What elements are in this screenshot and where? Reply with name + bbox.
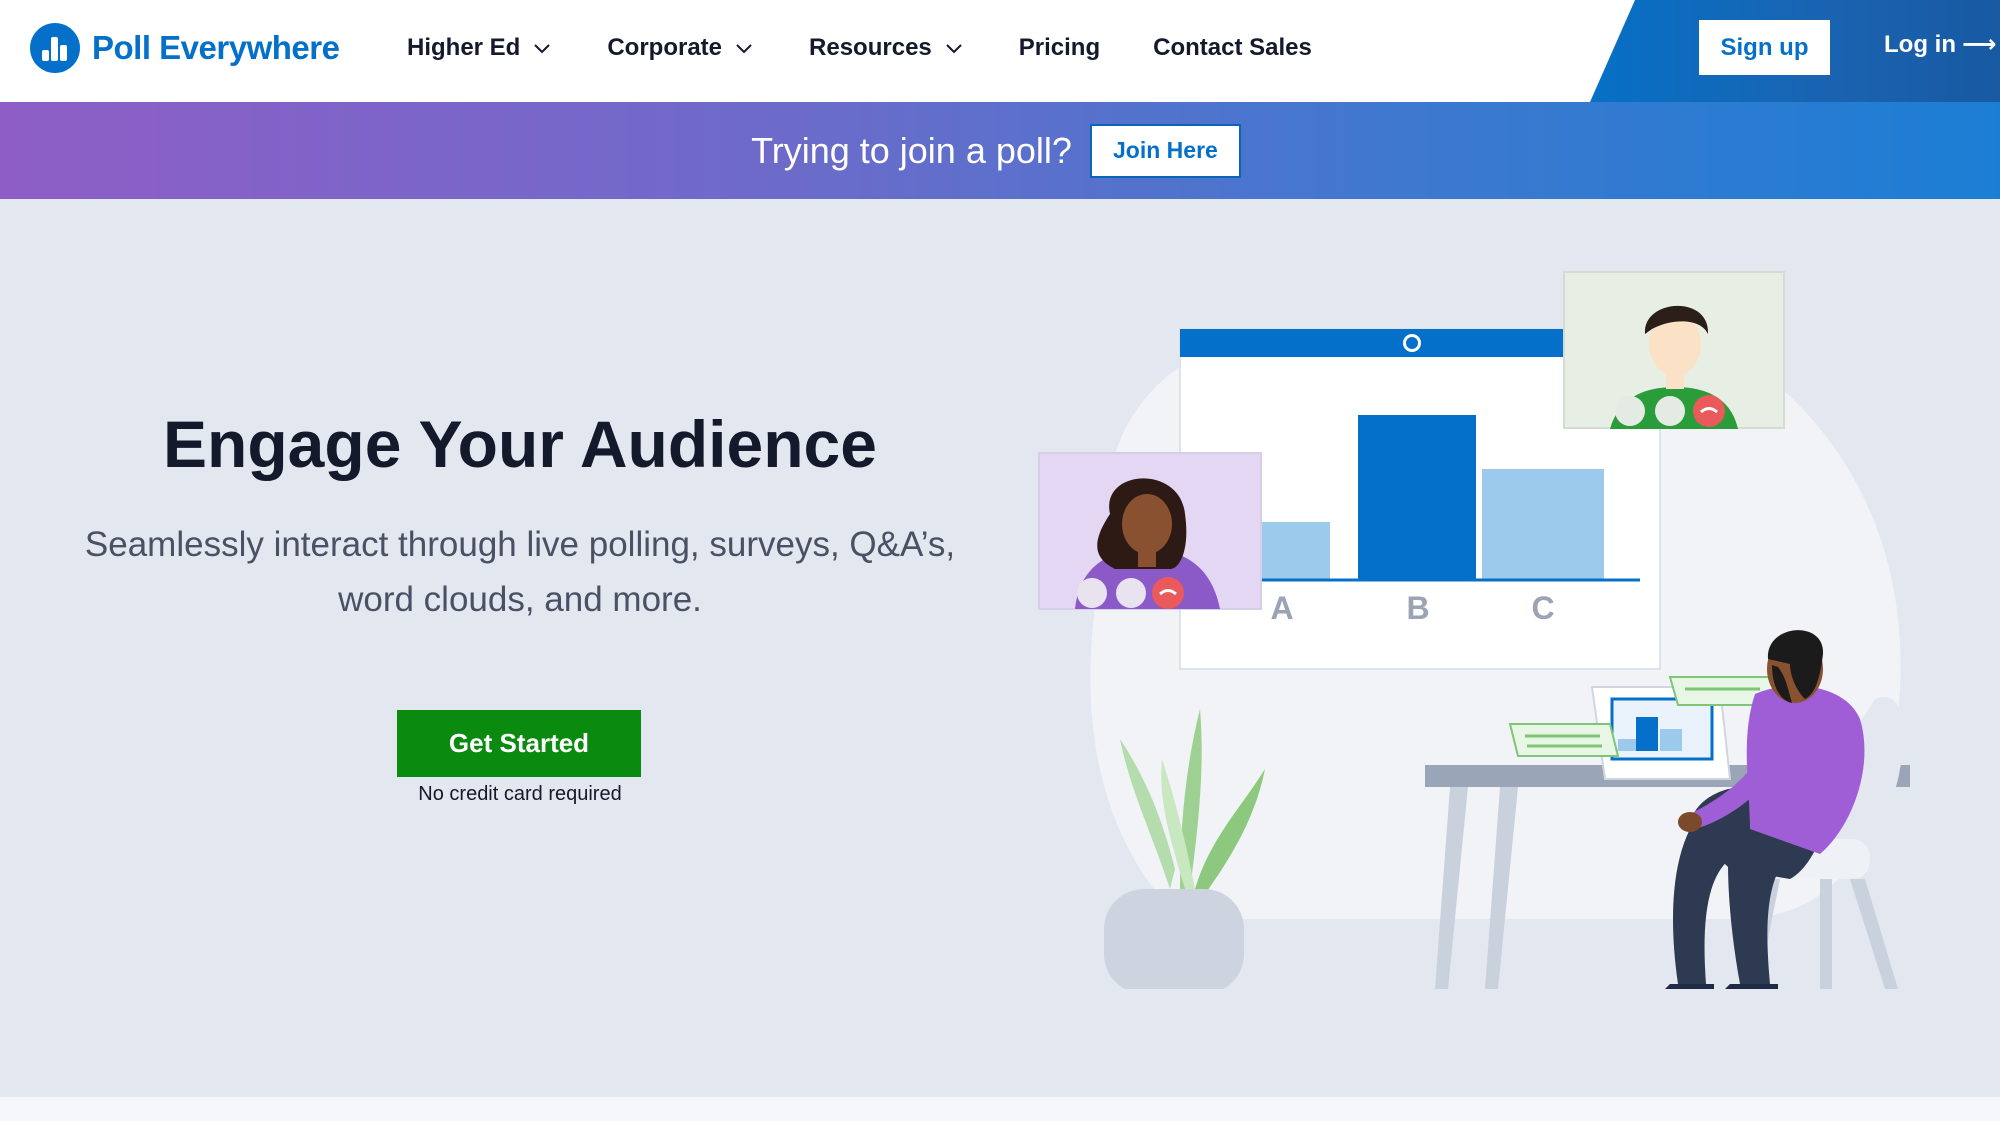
- login-link[interactable]: Log in ⟶: [1884, 30, 1996, 59]
- login-label: Log in: [1884, 30, 1956, 58]
- poll-label-a: A: [1270, 590, 1293, 626]
- signup-button[interactable]: Sign up: [1699, 20, 1830, 75]
- nav-item-pricing[interactable]: Pricing: [1019, 34, 1100, 62]
- nav-item-label: Higher Ed: [407, 34, 521, 61]
- banner-text: Trying to join a poll?: [751, 129, 1072, 171]
- poll-label-c: C: [1531, 590, 1554, 626]
- poll-everywhere-logo-icon: [30, 23, 80, 73]
- main-nav: Higher Ed Corporate Resources Pricing Co…: [407, 26, 1365, 70]
- hero-subtitle-line-2: word clouds, and more.: [338, 580, 702, 619]
- nav-item-resources[interactable]: Resources: [809, 34, 966, 62]
- chevron-down-icon: [534, 44, 551, 54]
- join-poll-banner: Trying to join a poll? Join Here: [0, 102, 2000, 199]
- nav-item-label: Resources: [809, 34, 932, 61]
- hero-section: Engage Your Audience Seamlessly interact…: [0, 199, 2000, 1097]
- nav-item-label: Corporate: [607, 34, 723, 61]
- chevron-down-icon: [736, 44, 752, 54]
- get-started-button[interactable]: Get Started: [397, 710, 641, 777]
- bottom-strip: [0, 1097, 2000, 1121]
- hero-title: Engage Your Audience: [163, 407, 877, 481]
- nav-item-higher-ed[interactable]: Higher Ed: [407, 34, 554, 62]
- hero-illustration: A B C: [1038, 271, 1910, 989]
- nav-item-contact-sales[interactable]: Contact Sales: [1153, 34, 1312, 62]
- video-call-tile-man: [1563, 271, 1785, 429]
- video-call-tile-woman: [1038, 452, 1262, 610]
- nav-item-label: Pricing: [1018, 34, 1101, 61]
- nav-item-corporate[interactable]: Corporate: [607, 34, 756, 62]
- join-here-button[interactable]: Join Here: [1089, 123, 1241, 178]
- site-header: Poll Everywhere Higher Ed Corporate Reso…: [0, 0, 2000, 102]
- arrow-right-icon: ⟶: [1961, 31, 1997, 58]
- poll-label-b: B: [1406, 590, 1429, 626]
- logo-text: Poll Everywhere: [92, 29, 340, 66]
- nav-item-label: Contact Sales: [1153, 34, 1312, 61]
- logo[interactable]: Poll Everywhere: [30, 20, 340, 76]
- no-credit-card-note: No credit card required: [418, 783, 622, 805]
- hero-subtitle-line-1: Seamlessly interact through live polling…: [84, 525, 956, 564]
- hero-subtitle: Seamlessly interact through live polling…: [80, 517, 960, 627]
- chevron-down-icon: [946, 44, 962, 54]
